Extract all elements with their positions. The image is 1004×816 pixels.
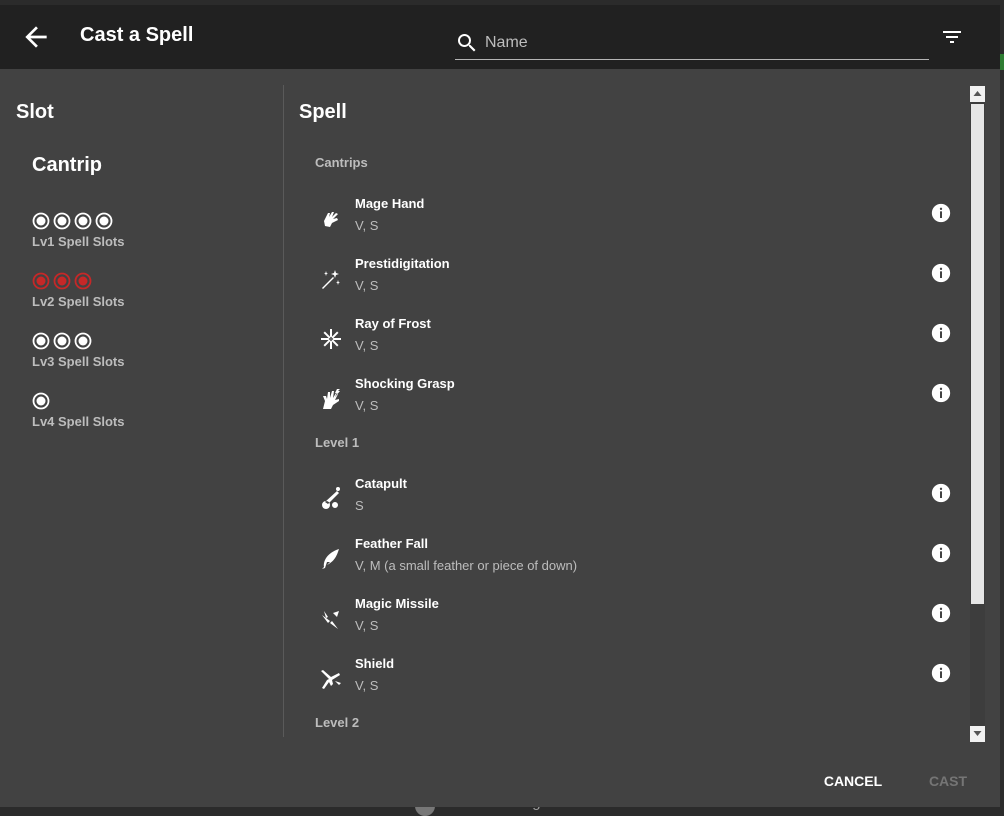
missile-icon: [322, 611, 339, 629]
scroll-down-button[interactable]: [970, 726, 985, 742]
spell-list-scrollbar[interactable]: [970, 86, 985, 742]
spell-components: S: [355, 498, 364, 513]
slot-label: Lv2 Spell Slots: [32, 294, 125, 309]
caret-down-icon: [973, 731, 982, 736]
spell-row[interactable]: Shield V, S: [299, 653, 964, 713]
search-field[interactable]: [455, 25, 929, 60]
available-slot-icon: [53, 212, 71, 230]
spell-section-title: Cantrips: [315, 155, 368, 170]
snowflake-icon: [321, 329, 341, 349]
background-accent: [1000, 54, 1004, 70]
cast-spell-dialog: Cast a Spell Slot Cantrip Lv1 Spell Slot…: [0, 5, 1000, 807]
slot-label: Lv3 Spell Slots: [32, 354, 125, 369]
info-icon: [931, 323, 951, 343]
spell-components: V, S: [355, 218, 379, 233]
spell-list: Cantrips Mage Hand V, S Prestidigitation V, …: [299, 141, 964, 737]
spell-row[interactable]: Mage Hand V, S: [299, 193, 964, 253]
spell-info-button[interactable]: [931, 203, 951, 223]
available-slot-icon: [53, 332, 71, 350]
back-button[interactable]: [20, 21, 52, 53]
spell-components: V, S: [355, 618, 379, 633]
info-icon: [931, 543, 951, 563]
spell-name: Ray of Frost: [355, 316, 431, 331]
cancel-button[interactable]: CANCEL: [814, 763, 892, 799]
spell-section-title: Level 1: [315, 435, 360, 450]
scrollbar-thumb[interactable]: [971, 104, 984, 604]
info-icon: [931, 383, 951, 403]
info-icon: [931, 483, 951, 503]
spell-name: Shield: [355, 656, 395, 671]
scroll-up-button[interactable]: [970, 86, 985, 102]
slot-dots: [32, 211, 232, 231]
spell-slot-group[interactable]: Lv2 Spell Slots: [32, 271, 232, 309]
cantrip-slot[interactable]: Cantrip: [32, 154, 102, 177]
used-slot-icon: [32, 272, 50, 290]
slot-panel: Slot Cantrip Lv1 Spell Slots Lv2 Spell Sl…: [0, 69, 283, 739]
used-slot-icon: [53, 272, 71, 290]
dialog-app-bar: Cast a Spell: [0, 5, 1000, 69]
dialog-title: Cast a Spell: [80, 24, 194, 46]
spell-row[interactable]: Magic Missile V, S: [299, 593, 964, 653]
spell-name: Magic Missile: [355, 596, 439, 611]
spell-components: V, S: [355, 678, 379, 693]
spell-components: V, S: [355, 278, 379, 293]
hand-icon: [324, 212, 338, 227]
info-icon: [931, 603, 951, 623]
spell-slot-group[interactable]: Lv1 Spell Slots: [32, 211, 232, 249]
available-slot-icon: [95, 212, 113, 230]
used-slot-icon: [74, 272, 92, 290]
spell-components: V, M (a small feather or piece of down): [355, 558, 578, 573]
filter-icon: [943, 31, 961, 43]
slot-label: Lv4 Spell Slots: [32, 414, 125, 429]
info-icon: [931, 203, 951, 223]
slot-header: Slot: [16, 101, 54, 123]
available-slot-icon: [32, 392, 50, 410]
arrow-back-icon: [25, 26, 47, 48]
spell-slot-group[interactable]: Lv3 Spell Slots: [32, 331, 232, 369]
spell-slot-group[interactable]: Lv4 Spell Slots: [32, 391, 232, 429]
spell-name: Feather Fall: [355, 536, 428, 551]
cast-button[interactable]: CAST: [918, 763, 978, 799]
feather-icon: [322, 549, 339, 569]
spell-info-button[interactable]: [931, 383, 951, 403]
spell-info-button[interactable]: [931, 603, 951, 623]
shield-arrows-icon: [321, 670, 341, 689]
spell-name: Shocking Grasp: [355, 376, 455, 391]
spell-name: Catapult: [355, 476, 407, 491]
slot-dots: [32, 271, 232, 291]
spell-info-button[interactable]: [931, 323, 951, 343]
spell-row[interactable]: Catapult S: [299, 473, 964, 533]
spell-components: V, S: [355, 338, 379, 353]
info-icon: [931, 263, 951, 283]
spell-row[interactable]: Ray of Frost V, S: [299, 313, 964, 373]
available-slot-icon: [74, 212, 92, 230]
available-slot-icon: [74, 332, 92, 350]
spell-name: Prestidigitation: [355, 256, 450, 271]
slot-dots: [32, 391, 232, 411]
spell-info-button[interactable]: [931, 263, 951, 283]
search-input[interactable]: [483, 29, 907, 57]
search-icon: [458, 34, 476, 52]
spell-info-button[interactable]: [931, 663, 951, 683]
slot-dots: [32, 331, 232, 351]
sparkle-wand-icon: [322, 270, 340, 289]
spell-info-button[interactable]: [931, 483, 951, 503]
spell-name: Mage Hand: [355, 196, 425, 211]
spell-row[interactable]: Shocking Grasp V, S: [299, 373, 964, 433]
available-slot-icon: [32, 332, 50, 350]
info-icon: [931, 663, 951, 683]
spell-section-title: Level 2: [315, 715, 360, 730]
slot-label: Lv1 Spell Slots: [32, 234, 125, 249]
catapult-icon: [322, 487, 340, 509]
filter-button[interactable]: [940, 25, 964, 49]
spell-row[interactable]: Feather Fall V, M (a small feather or pie…: [299, 533, 964, 593]
caret-up-icon: [973, 91, 982, 96]
available-slot-icon: [32, 212, 50, 230]
spell-row[interactable]: Prestidigitation V, S: [299, 253, 964, 313]
column-divider: [283, 85, 284, 737]
spell-info-button[interactable]: [931, 543, 951, 563]
lightning-hand-icon: [323, 389, 340, 409]
spell-components: V, S: [355, 398, 379, 413]
spell-header: Spell: [299, 101, 347, 123]
